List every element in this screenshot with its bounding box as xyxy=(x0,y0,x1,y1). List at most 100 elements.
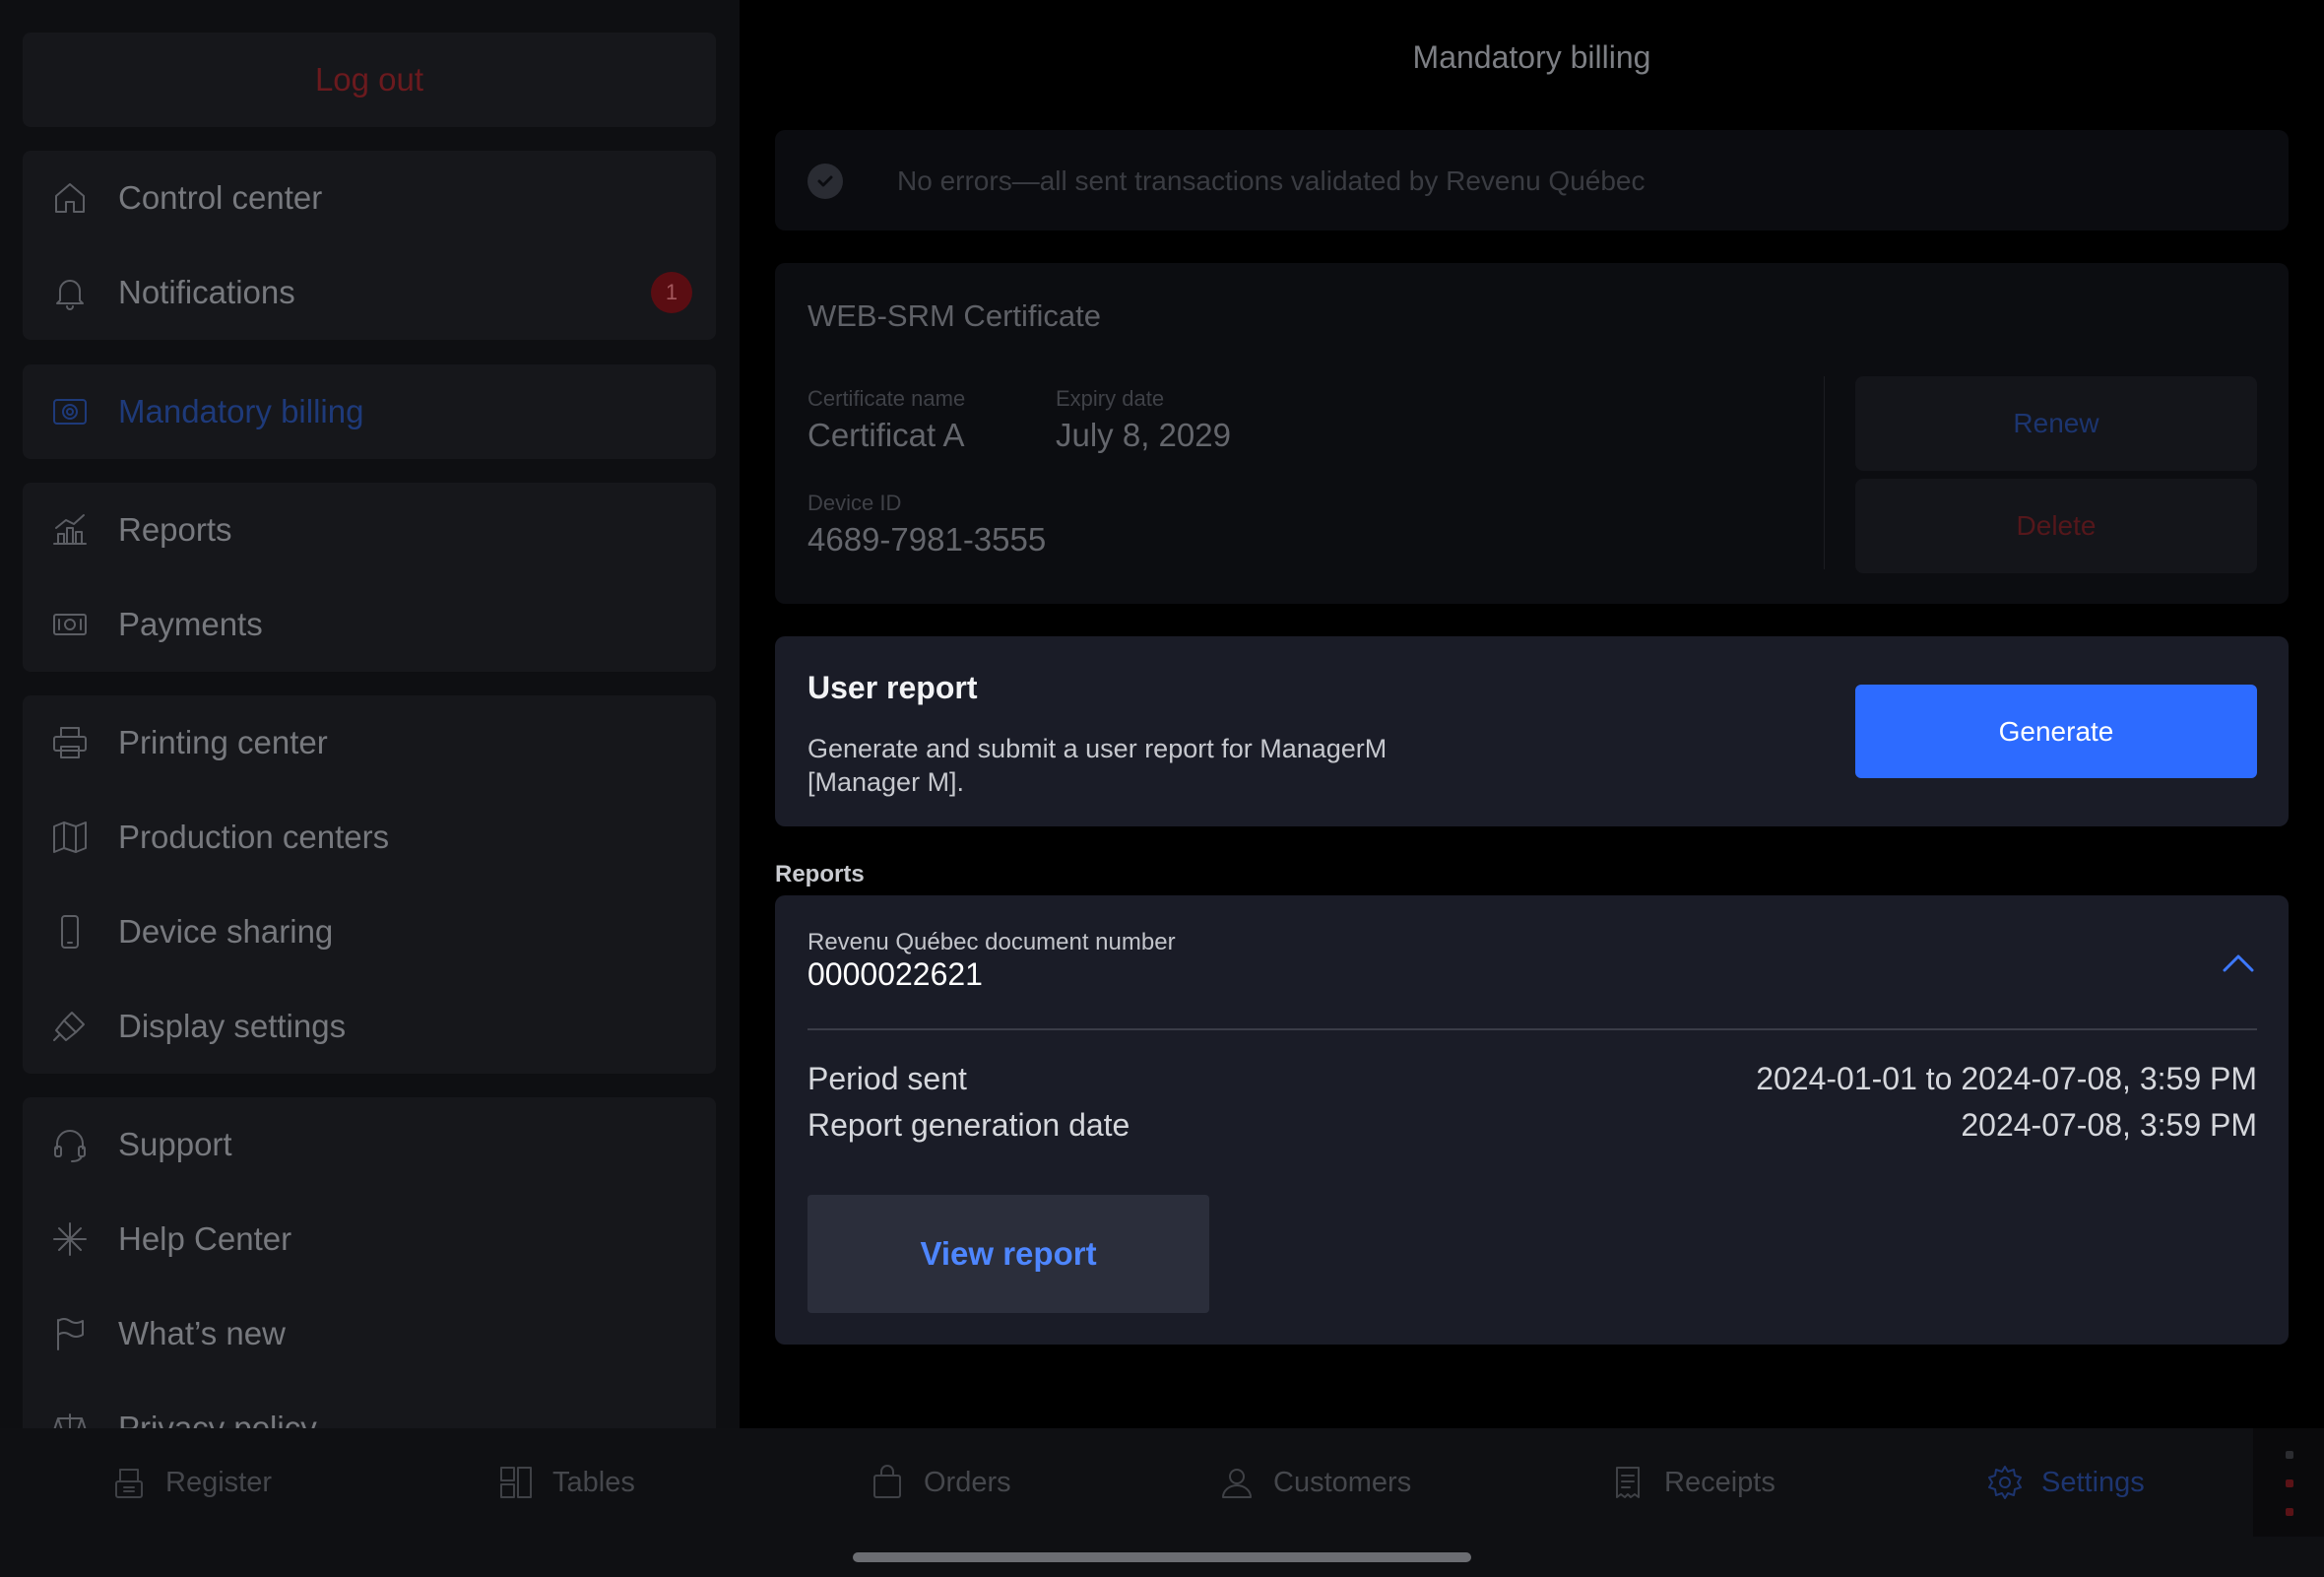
tab-tables[interactable]: Tables xyxy=(497,1458,635,1507)
report-generation-date-label: Report generation date xyxy=(807,1107,1130,1143)
sidebar-item-label: Support xyxy=(118,1126,232,1162)
reports-section-label: Reports xyxy=(775,861,865,887)
document-number-label: Revenu Québec document number xyxy=(807,929,1176,955)
sidebar-item-label: Privacy policy xyxy=(118,1410,317,1428)
chart-icon xyxy=(50,510,90,550)
period-sent-label: Period sent xyxy=(807,1061,967,1096)
document-number-value: 0000022621 xyxy=(807,956,983,992)
divider xyxy=(807,1028,2257,1030)
cash-icon xyxy=(50,605,90,644)
sidebar-item-label: Production centers xyxy=(118,819,390,855)
sidebar-item-label: Reports xyxy=(118,511,232,548)
generate-button[interactable]: Generate xyxy=(1855,685,2257,778)
phone-icon xyxy=(50,912,90,952)
certificate-name-label: Certificate name xyxy=(807,386,966,411)
certificate-card: WEB-SRM Certificate Certificate name Cer… xyxy=(775,263,2289,604)
report-card: Revenu Québec document number 0000022621… xyxy=(775,895,2289,1345)
expiry-date-label: Expiry date xyxy=(1056,386,1165,411)
bottom-tab-bar: Register Tables Orders Customers Receipt… xyxy=(0,1428,2324,1577)
user-report-title: User report xyxy=(807,670,978,705)
tab-register[interactable]: Register xyxy=(110,1458,272,1507)
tab-label: Register xyxy=(165,1466,272,1498)
sidebar-item-production-centers[interactable]: Production centers xyxy=(23,790,716,885)
sparkle-icon xyxy=(50,1219,90,1259)
tab-orders[interactable]: Orders xyxy=(869,1458,1011,1507)
sidebar-item-label: What’s new xyxy=(118,1315,286,1351)
sidebar-group-help: Support Help Center What’s new Privacy p… xyxy=(23,1097,716,1428)
sidebar-item-label: Mandatory billing xyxy=(118,393,364,429)
validation-status-card: No errors—all sent transactions validate… xyxy=(775,130,2289,230)
sidebar-item-label: Help Center xyxy=(118,1220,292,1257)
sidebar-item-label: Printing center xyxy=(118,724,328,760)
period-sent-value: 2024-01-01 to 2024-07-08, 3:59 PM xyxy=(1756,1061,2257,1096)
bag-icon xyxy=(873,1465,901,1498)
check-circle-icon xyxy=(807,164,843,199)
printer-icon xyxy=(50,723,90,762)
edge-dot xyxy=(2286,1479,2293,1487)
receipt-icon xyxy=(1616,1467,1640,1498)
chevron-up-icon[interactable] xyxy=(2221,949,2256,976)
expiry-date-value: July 8, 2029 xyxy=(1056,417,1231,453)
logout-button[interactable]: Log out xyxy=(23,33,716,127)
delete-button[interactable]: Delete xyxy=(1855,479,2257,573)
tab-customers[interactable]: Customers xyxy=(1218,1458,1411,1507)
device-id-value: 4689-7981-3555 xyxy=(807,521,1047,558)
sidebar-item-label: Display settings xyxy=(118,1008,347,1044)
main-content: Mandatory billing No errors—all sent tra… xyxy=(740,0,2324,1428)
sidebar-item-control-center[interactable]: Control center xyxy=(23,151,716,245)
sidebar-item-support[interactable]: Support xyxy=(23,1097,716,1192)
home-icon xyxy=(50,178,90,218)
headset-icon xyxy=(50,1125,90,1164)
map-icon xyxy=(50,818,90,857)
sidebar-item-payments[interactable]: Payments xyxy=(23,577,716,672)
user-icon xyxy=(1222,1469,1252,1498)
flag-icon xyxy=(50,1314,90,1353)
sidebar-item-whats-new[interactable]: What’s new xyxy=(23,1286,716,1381)
status-text: No errors—all sent transactions validate… xyxy=(897,165,1646,196)
bell-icon xyxy=(50,273,90,312)
certificate-title: WEB-SRM Certificate xyxy=(807,298,1101,333)
user-report-card: User report Generate and submit a user r… xyxy=(775,636,2289,826)
sidebar-item-reports[interactable]: Reports xyxy=(23,483,716,577)
scale-icon xyxy=(50,1409,90,1428)
certificate-name-value: Certificat A xyxy=(807,417,965,453)
gear-icon xyxy=(1988,1466,2022,1499)
tab-label: Customers xyxy=(1273,1466,1412,1498)
sidebar-item-printing-center[interactable]: Printing center xyxy=(23,695,716,790)
tab-label: Tables xyxy=(552,1466,635,1498)
brush-icon xyxy=(50,1007,90,1046)
tab-label: Settings xyxy=(2041,1466,2145,1498)
home-indicator xyxy=(853,1552,1471,1562)
sidebar-group-reports: Reports Payments xyxy=(23,483,716,672)
sidebar-group-devices: Printing center Production centers Devic… xyxy=(23,695,716,1074)
sidebar: Log out Control center Notifications 1 M… xyxy=(0,0,740,1428)
sidebar-item-privacy-policy[interactable]: Privacy policy xyxy=(23,1381,716,1428)
edge-dot xyxy=(2286,1451,2293,1459)
tab-label: Orders xyxy=(924,1466,1011,1498)
edge-strip xyxy=(2253,1428,2324,1537)
user-report-description: Generate and submit a user report for Ma… xyxy=(807,734,1388,797)
sidebar-item-notifications[interactable]: Notifications 1 xyxy=(23,245,716,340)
divider xyxy=(1824,376,1825,569)
tab-settings[interactable]: Settings xyxy=(1986,1458,2145,1507)
device-id-label: Device ID xyxy=(807,491,902,515)
sidebar-item-device-sharing[interactable]: Device sharing xyxy=(23,885,716,979)
sidebar-item-label: Notifications xyxy=(118,274,295,310)
sidebar-item-help-center[interactable]: Help Center xyxy=(23,1192,716,1286)
renew-button[interactable]: Renew xyxy=(1855,376,2257,471)
tables-icon xyxy=(500,1467,532,1498)
page-title: Mandatory billing xyxy=(1412,39,1651,75)
sidebar-group-main: Control center Notifications 1 xyxy=(23,151,716,340)
report-generation-date-value: 2024-07-08, 3:59 PM xyxy=(1961,1107,2257,1143)
billing-icon xyxy=(50,392,90,431)
sidebar-item-label: Payments xyxy=(118,606,263,642)
sidebar-item-display-settings[interactable]: Display settings xyxy=(23,979,716,1074)
view-report-button[interactable]: View report xyxy=(807,1195,1209,1313)
notification-badge: 1 xyxy=(651,272,692,313)
sidebar-item-label: Control center xyxy=(118,179,323,216)
tab-label: Receipts xyxy=(1664,1466,1775,1498)
register-icon xyxy=(115,1469,143,1498)
sidebar-item-mandatory-billing[interactable]: Mandatory billing xyxy=(23,364,716,459)
tab-receipts[interactable]: Receipts xyxy=(1609,1458,1775,1507)
edge-dot xyxy=(2286,1508,2293,1516)
